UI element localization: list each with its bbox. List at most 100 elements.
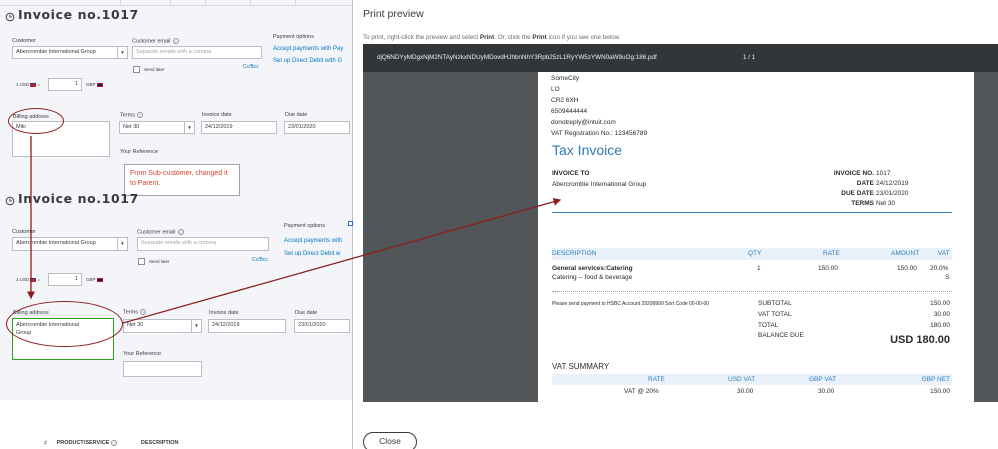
accept-payments-link[interactable]: Accept payments with	[284, 238, 342, 244]
vat-total-value: 30.00	[933, 311, 950, 318]
history-icon[interactable]	[5, 9, 15, 27]
vat-col-rate: RATE	[648, 376, 665, 383]
terms-label: Terms	[123, 309, 138, 316]
company-line: 6509444444	[551, 108, 588, 115]
subtotal-value: 150.00	[930, 300, 950, 307]
customer-label: Customer	[12, 38, 36, 44]
terms-label: TERMS	[851, 200, 874, 207]
col-amount: AMOUNT	[891, 250, 920, 257]
company-line: VAT Registration No.: 123456789	[551, 130, 648, 137]
terms-value: Net 30	[876, 200, 896, 207]
gb-flag-icon	[96, 82, 103, 87]
payment-options-label: Payment options	[273, 34, 314, 40]
due-date-value: 23/01/2020	[876, 190, 909, 197]
vat-row-rate: VAT @ 20%	[624, 388, 659, 395]
print-instructions: To print, right-click the preview and se…	[363, 34, 621, 41]
invoice-title: Invoice no.1017	[18, 7, 139, 22]
close-button[interactable]: Close	[363, 432, 417, 449]
pdf-toolbar: djQ6NDYyMDgxNjM2NTAyNzkxNDUyMDovdHJhbnNh…	[363, 44, 998, 72]
top-tab-strip	[0, 0, 352, 6]
cc-bcc-link[interactable]: Cc/Bcc	[243, 64, 259, 70]
company-line: LO	[551, 86, 560, 93]
print-preview-dialog: Print preview To print, right-click the …	[353, 0, 998, 449]
line-item-qty: 1	[757, 265, 761, 272]
customer-email-label: Customer email	[137, 229, 176, 236]
vat-total-label: VAT TOTAL	[758, 311, 792, 318]
print-preview-title: Print preview	[363, 8, 424, 20]
line-items-header: # PRODUCT/SERVICE? DESCRIPTION	[44, 440, 179, 447]
vat-col-usd: USD VAT	[728, 376, 756, 383]
col-rate: RATE	[823, 250, 840, 257]
line-item-amount: 150.00	[897, 265, 917, 272]
customer-email-input[interactable]: Separate emails with a comma	[137, 237, 269, 251]
terms-label: Terms	[120, 112, 135, 119]
balance-due-value: USD 180.00	[890, 334, 950, 346]
your-reference-label: Your Reference	[120, 149, 159, 155]
line-item-rate: 150.00	[818, 265, 838, 272]
help-icon[interactable]: ?	[111, 440, 118, 446]
exchange-rate-label: 1 USD =	[16, 277, 41, 282]
direct-debit-link[interactable]: Set up Direct Debit w	[284, 251, 340, 257]
exchange-rate-input[interactable]: 1	[48, 78, 82, 91]
send-later-checkbox[interactable]	[133, 66, 140, 73]
history-icon[interactable]	[5, 193, 15, 211]
invoice-date-input[interactable]: 24/12/2019	[201, 121, 277, 134]
date-value: 24/12/2019	[876, 180, 909, 187]
accept-payments-link[interactable]: Accept payments with Pay	[273, 46, 343, 52]
help-icon[interactable]: ?	[136, 112, 143, 118]
gb-flag-icon	[96, 277, 103, 282]
vat-row-gbp: 30.00	[818, 388, 835, 395]
col-qty: QTY	[748, 250, 762, 257]
col-description: DESCRIPTION	[552, 250, 597, 257]
send-later-checkbox[interactable]	[138, 258, 145, 265]
annotation-oval	[8, 108, 64, 134]
annotation-note: From Sub-customer, changed it to Parent.	[124, 164, 240, 196]
customer-email-label: Customer email	[132, 38, 171, 45]
exchange-rate-input[interactable]: 1	[48, 273, 82, 286]
chevron-down-icon[interactable]: ▼	[184, 122, 194, 133]
line-item-detail: Catering -- food & beverage	[552, 274, 633, 281]
chevron-down-icon[interactable]: ▼	[191, 320, 201, 332]
due-date-input[interactable]: 23/01/2020	[284, 121, 350, 134]
line-item-vat: 20.0%	[930, 265, 949, 272]
customer-select[interactable]: Abercrombie International Group ▼	[12, 46, 128, 59]
help-icon[interactable]: ?	[177, 229, 184, 235]
invoice-to-value: Abercrombie International Group	[552, 181, 647, 188]
annotation-oval	[6, 301, 123, 347]
help-icon[interactable]: ?	[139, 309, 146, 315]
us-flag-icon	[30, 82, 37, 87]
col-vat: VAT	[938, 250, 950, 257]
payment-options-label: Payment options	[284, 223, 325, 229]
customer-label: Customer	[12, 229, 36, 235]
balance-due-label: BALANCE DUE	[758, 332, 804, 339]
invoice-date-label: Invoice date	[209, 310, 239, 316]
help-icon[interactable]: ?	[172, 38, 179, 44]
total-value: 180.00	[930, 322, 950, 329]
direct-debit-link[interactable]: Set up Direct Debit with G	[273, 58, 342, 64]
invoice-date-label: Invoice date	[202, 112, 232, 118]
terms-select[interactable]: Net 30 ▼	[119, 121, 195, 134]
total-label: TOTAL	[758, 322, 779, 329]
cc-bcc-link[interactable]: Cc/Bcc	[252, 257, 268, 263]
due-date-label: Due date	[295, 310, 318, 316]
chevron-down-icon[interactable]: ▼	[117, 47, 127, 58]
vat-row-gbp-net: 150.00	[930, 388, 950, 395]
invoice-date-input[interactable]: 24/12/2019	[208, 319, 286, 333]
terms-select[interactable]: Net 30 ▼	[123, 319, 202, 333]
pdf-viewer[interactable]: djQ6NDYyMDgxNjM2NTAyNzkxNDUyMDovdHJhbnNh…	[363, 44, 998, 402]
invoice-no-value: 1017	[876, 170, 891, 177]
us-flag-icon	[30, 277, 37, 282]
vat-summary-title: VAT SUMMARY	[552, 362, 610, 371]
invoice-page: SomeCity LO CR2 6XH 6509444444 donotrepl…	[538, 72, 974, 402]
your-reference-label: Your Reference	[123, 351, 162, 357]
customer-email-input[interactable]: Separate emails with a comma	[132, 46, 262, 59]
customer-select[interactable]: Abercrombie International Group ▼	[12, 237, 128, 251]
invoice-no-label: INVOICE NO.	[833, 170, 874, 177]
invoice-to-label: INVOICE TO	[552, 170, 590, 177]
your-reference-input[interactable]	[123, 361, 202, 377]
due-date-input[interactable]: 23/01/2020	[294, 319, 350, 333]
vat-row-usd: 30.00	[737, 388, 754, 395]
chevron-down-icon[interactable]: ▼	[117, 238, 127, 250]
line-item-name: General services:Catering	[552, 265, 633, 272]
invoice-editor-panel: Invoice no.1017 Customer Abercrombie Int…	[0, 0, 352, 449]
